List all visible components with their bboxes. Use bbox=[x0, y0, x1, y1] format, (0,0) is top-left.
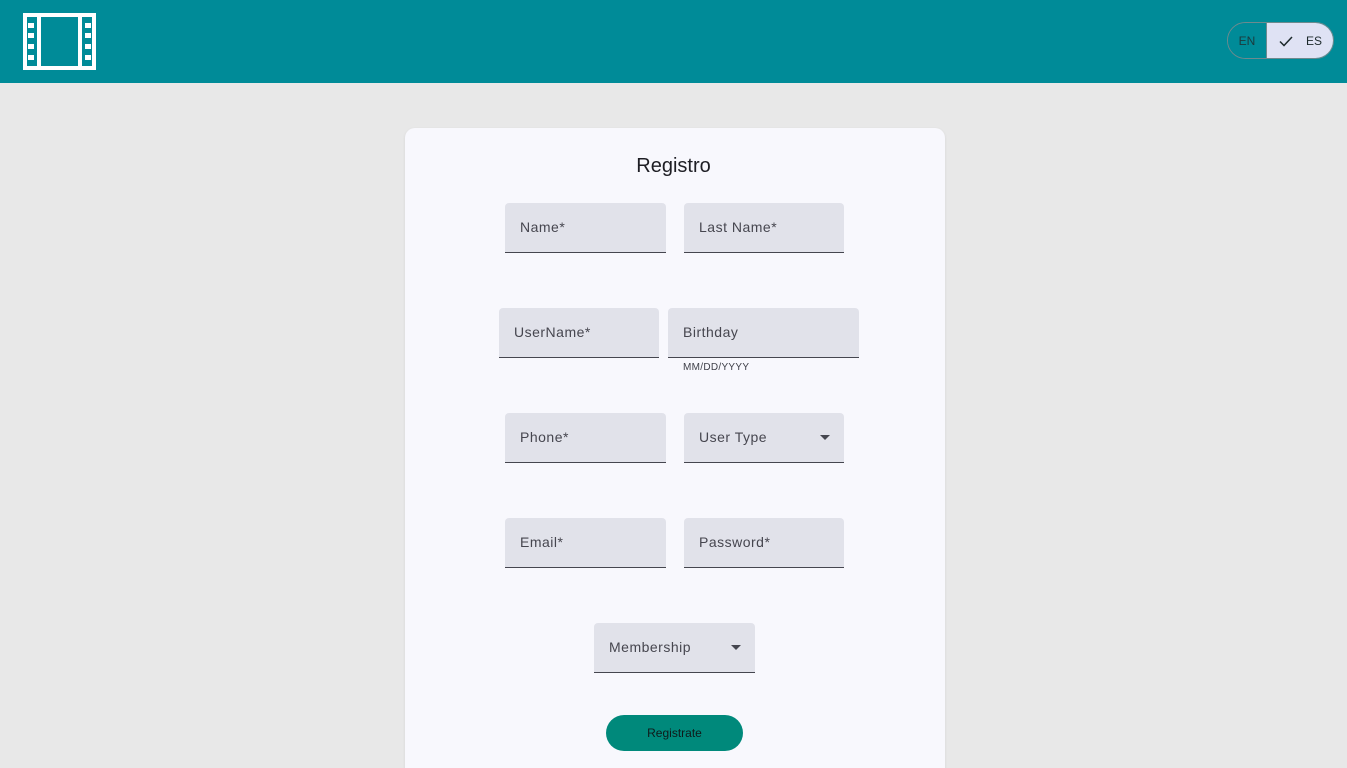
language-option-en[interactable]: EN bbox=[1228, 23, 1267, 58]
phone-field-label: Phone* bbox=[520, 429, 569, 445]
language-option-en-label: EN bbox=[1238, 33, 1256, 48]
page-title: Registro bbox=[636, 155, 711, 177]
dropdown-arrow-icon bbox=[820, 435, 830, 440]
birthday-field-label: Birthday bbox=[683, 324, 739, 340]
password-field-label: Password* bbox=[699, 534, 771, 550]
film-strip-icon[interactable] bbox=[23, 13, 96, 70]
birthday-field[interactable]: Birthday bbox=[668, 308, 859, 358]
language-toggle: EN ES bbox=[1227, 22, 1334, 59]
app-header: EN ES bbox=[0, 0, 1347, 83]
name-field[interactable]: Name* bbox=[505, 203, 666, 253]
register-button[interactable]: Registrate bbox=[606, 715, 743, 751]
username-field-label: UserName* bbox=[514, 324, 591, 340]
email-field[interactable]: Email* bbox=[505, 518, 666, 568]
language-option-es-label: ES bbox=[1305, 33, 1322, 48]
dropdown-arrow-icon bbox=[731, 645, 741, 650]
password-field[interactable]: Password* bbox=[684, 518, 844, 568]
membership-select-label: Membership bbox=[609, 639, 692, 655]
username-field[interactable]: UserName* bbox=[499, 308, 659, 358]
membership-select[interactable]: Membership bbox=[594, 623, 755, 673]
last-name-field-label: Last Name* bbox=[699, 219, 778, 235]
user-type-select-label: User Type bbox=[699, 429, 768, 445]
check-icon bbox=[1279, 35, 1293, 47]
last-name-field[interactable]: Last Name* bbox=[684, 203, 844, 253]
language-option-es[interactable]: ES bbox=[1267, 23, 1333, 58]
birthday-hint: MM/DD/YYYY bbox=[683, 362, 750, 373]
phone-field[interactable]: Phone* bbox=[505, 413, 666, 463]
name-field-label: Name* bbox=[520, 219, 566, 235]
email-field-label: Email* bbox=[520, 534, 564, 550]
user-type-select[interactable]: User Type bbox=[684, 413, 844, 463]
